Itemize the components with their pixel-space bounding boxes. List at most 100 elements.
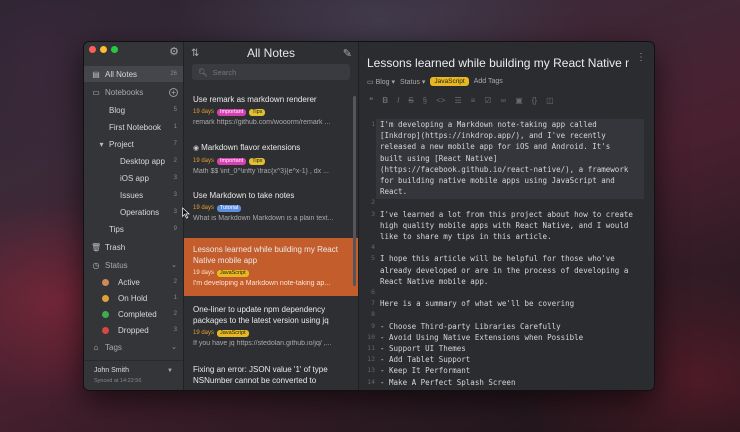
minimize-button[interactable] [100,46,107,53]
note-list-title: All Notes [246,46,296,60]
sidebar-item-desktop-app[interactable]: Desktop app 2 [84,153,183,169]
line-number: 3 [371,209,375,218]
sync-status: Synced at 14:22:56 [94,378,142,384]
tag-badge: Important [217,157,247,165]
quote-icon[interactable]: ❝ [369,96,373,105]
editor-line[interactable]: for building native mobile apps using Ja… [380,175,640,186]
sidebar-item-status-dropped[interactable]: Dropped 3 [84,322,183,338]
editor-line[interactable]: Here is a summary of what we'll be cover… [380,298,640,309]
line-number: 13 [367,366,375,375]
more-options-icon[interactable]: ⋮ [636,52,646,63]
note-preview: Math $$ \int_0^\infty \frac{x^3}{e^x-1} … [193,168,329,175]
editor-line[interactable]: - Avoid Using Native Extensions when Pos… [380,332,640,343]
sidebar-section-label: Status [105,260,128,270]
preview-icon[interactable]: ◫ [546,96,554,105]
editor-line[interactable]: - Keep It Performant [380,365,640,376]
note-item-selected[interactable]: Lessons learned while building my React … [184,238,358,296]
close-button[interactable] [89,46,96,53]
sidebar-item-label: Active [118,277,140,287]
sidebar-item-all-notes[interactable]: ▤ All Notes 26 [84,66,183,82]
sidebar-item-status-active[interactable]: Active 2 [84,274,183,290]
note-preview: If you have jq https://stedolan.github.i… [193,340,332,347]
sidebar-item-label: iOS app [120,173,149,183]
sidebar-item-label: Tips [109,224,124,234]
editor-line[interactable]: - Support UI Themes [380,343,640,354]
numbered-list-icon[interactable]: ≡ [471,96,476,105]
editor-line[interactable]: like to share my tips in this article. [380,231,640,242]
sidebar-item-label: On Hold [118,293,148,303]
sort-icon[interactable]: ⇅ [191,48,199,59]
image-icon[interactable]: ▣ [515,96,523,105]
heading-icon[interactable]: § [423,96,427,105]
sidebar-item-tips[interactable]: Tips 9 [84,221,183,237]
chevron-down-icon[interactable]: ▾ [98,140,105,149]
note-item[interactable]: Use Markdown to take notes 19 days Tutor… [184,190,358,238]
tag-badge[interactable]: JavaScript [430,77,469,86]
status-selector[interactable]: Status ▾ [400,78,425,86]
notebook-selector[interactable]: ▭ Blog ▾ [367,78,395,86]
window-controls [89,46,118,53]
sidebar: ⚙ ▤ All Notes 26 ▭ Notebooks + Blog 5 Fi… [84,42,184,390]
sidebar-item-status-completed[interactable]: Completed 2 [84,306,183,322]
editor: Lessons learned while building my React … [359,42,654,390]
line-number: 15 [359,388,375,390]
sidebar-item-status-on-hold[interactable]: On Hold 1 [84,290,183,306]
sidebar-item-issues[interactable]: Issues 3 [84,187,183,203]
code-icon[interactable]: <> [436,96,445,105]
editor-line[interactable]: - Add Tablet Support [380,354,640,365]
bold-icon[interactable]: B [382,96,388,105]
editor-line[interactable]: I hope this article will be helpful for … [380,253,640,264]
add-tags-input[interactable]: Add Tags [474,78,503,85]
strikethrough-icon[interactable]: S [408,96,413,105]
checklist-icon[interactable]: ☑ [484,96,491,105]
sidebar-item-first-notebook[interactable]: First Notebook 1 [84,119,183,135]
editor-line[interactable]: already developed or are in the process … [380,265,640,276]
line-number: 11 [367,344,375,352]
editor-line[interactable]: I'm developing a Markdown note-taking ap… [380,119,640,130]
note-count: 1 [173,124,177,130]
chevron-down-icon[interactable]: ⌄ [171,261,177,269]
sidebar-item-blog[interactable]: Blog 5 [84,102,183,118]
note-item[interactable]: Fixing an error: JSON value '1' of type … [184,364,358,390]
search-box[interactable]: 🔍︎ [192,64,350,80]
note-item[interactable]: Use remark as markdown renderer 19 days … [184,94,358,142]
search-input[interactable] [212,67,333,77]
editor-line[interactable]: built using [React Native] [380,153,640,164]
note-title: Use Markdown to take notes [193,191,295,200]
note-count: 3 [173,327,177,333]
code-block-icon[interactable]: {} [532,96,537,105]
note-item[interactable]: One-liner to update npm dependency packa… [184,304,358,356]
new-note-icon[interactable]: ✎ [343,47,352,60]
editor-line[interactable]: high quality mobile apps with React Nati… [380,220,640,231]
scrollbar[interactable] [353,96,356,286]
editor-line[interactable]: React. [380,186,640,197]
italic-icon[interactable]: I [397,96,399,105]
mouse-cursor-icon [182,207,190,219]
link-icon[interactable]: ∞ [500,96,506,105]
editor-line[interactable]: released a new mobile app for iOS and An… [380,141,640,152]
sidebar-item-project[interactable]: ▾ Project 7 [84,136,183,152]
editor-line[interactable]: - Make A Perfect Splash Screen [380,377,640,388]
maximize-button[interactable] [111,46,118,53]
chevron-down-icon[interactable]: ⌄ [171,343,177,351]
note-item[interactable]: ◉ Markdown flavor extensions 19 days Imp… [184,142,358,190]
gear-icon[interactable]: ⚙ [169,45,179,58]
sidebar-section-tags[interactable]: ⌂ Tags ⌄ [84,339,183,355]
bullet-list-icon[interactable]: ☰ [454,96,461,105]
editor-line[interactable]: - Don't Use CodePush [380,388,640,390]
sidebar-section-status[interactable]: ◷ Status ⌄ [84,257,183,273]
editor-line[interactable]: React Native mobile app. [380,276,640,287]
note-title-input[interactable]: Lessons learned while building my React … [367,56,629,70]
editor-line[interactable]: - Choose Third-party Libraries Carefully [380,321,640,332]
sidebar-item-operations[interactable]: Operations 3 [84,204,183,220]
sidebar-item-trash[interactable]: 🗑 Trash [84,239,183,255]
editor-line[interactable]: I've learned a lot from this project abo… [380,209,640,220]
sidebar-item-ios-app[interactable]: iOS app 3 [84,170,183,186]
note-list-header: ⇅ All Notes ✎ [184,42,358,64]
account-menu[interactable]: John Smith Synced at 14:22:56 ▼ [84,360,183,390]
editor-line[interactable]: [Inkdrop](https://inkdrop.app/), and I'v… [380,130,640,141]
caret-down-icon: ▼ [167,368,173,374]
add-notebook-icon[interactable]: + [169,87,178,97]
editor-line[interactable]: (https://facebook.github.io/react-native… [380,164,640,175]
sidebar-section-notebooks[interactable]: ▭ Notebooks + [84,84,183,100]
